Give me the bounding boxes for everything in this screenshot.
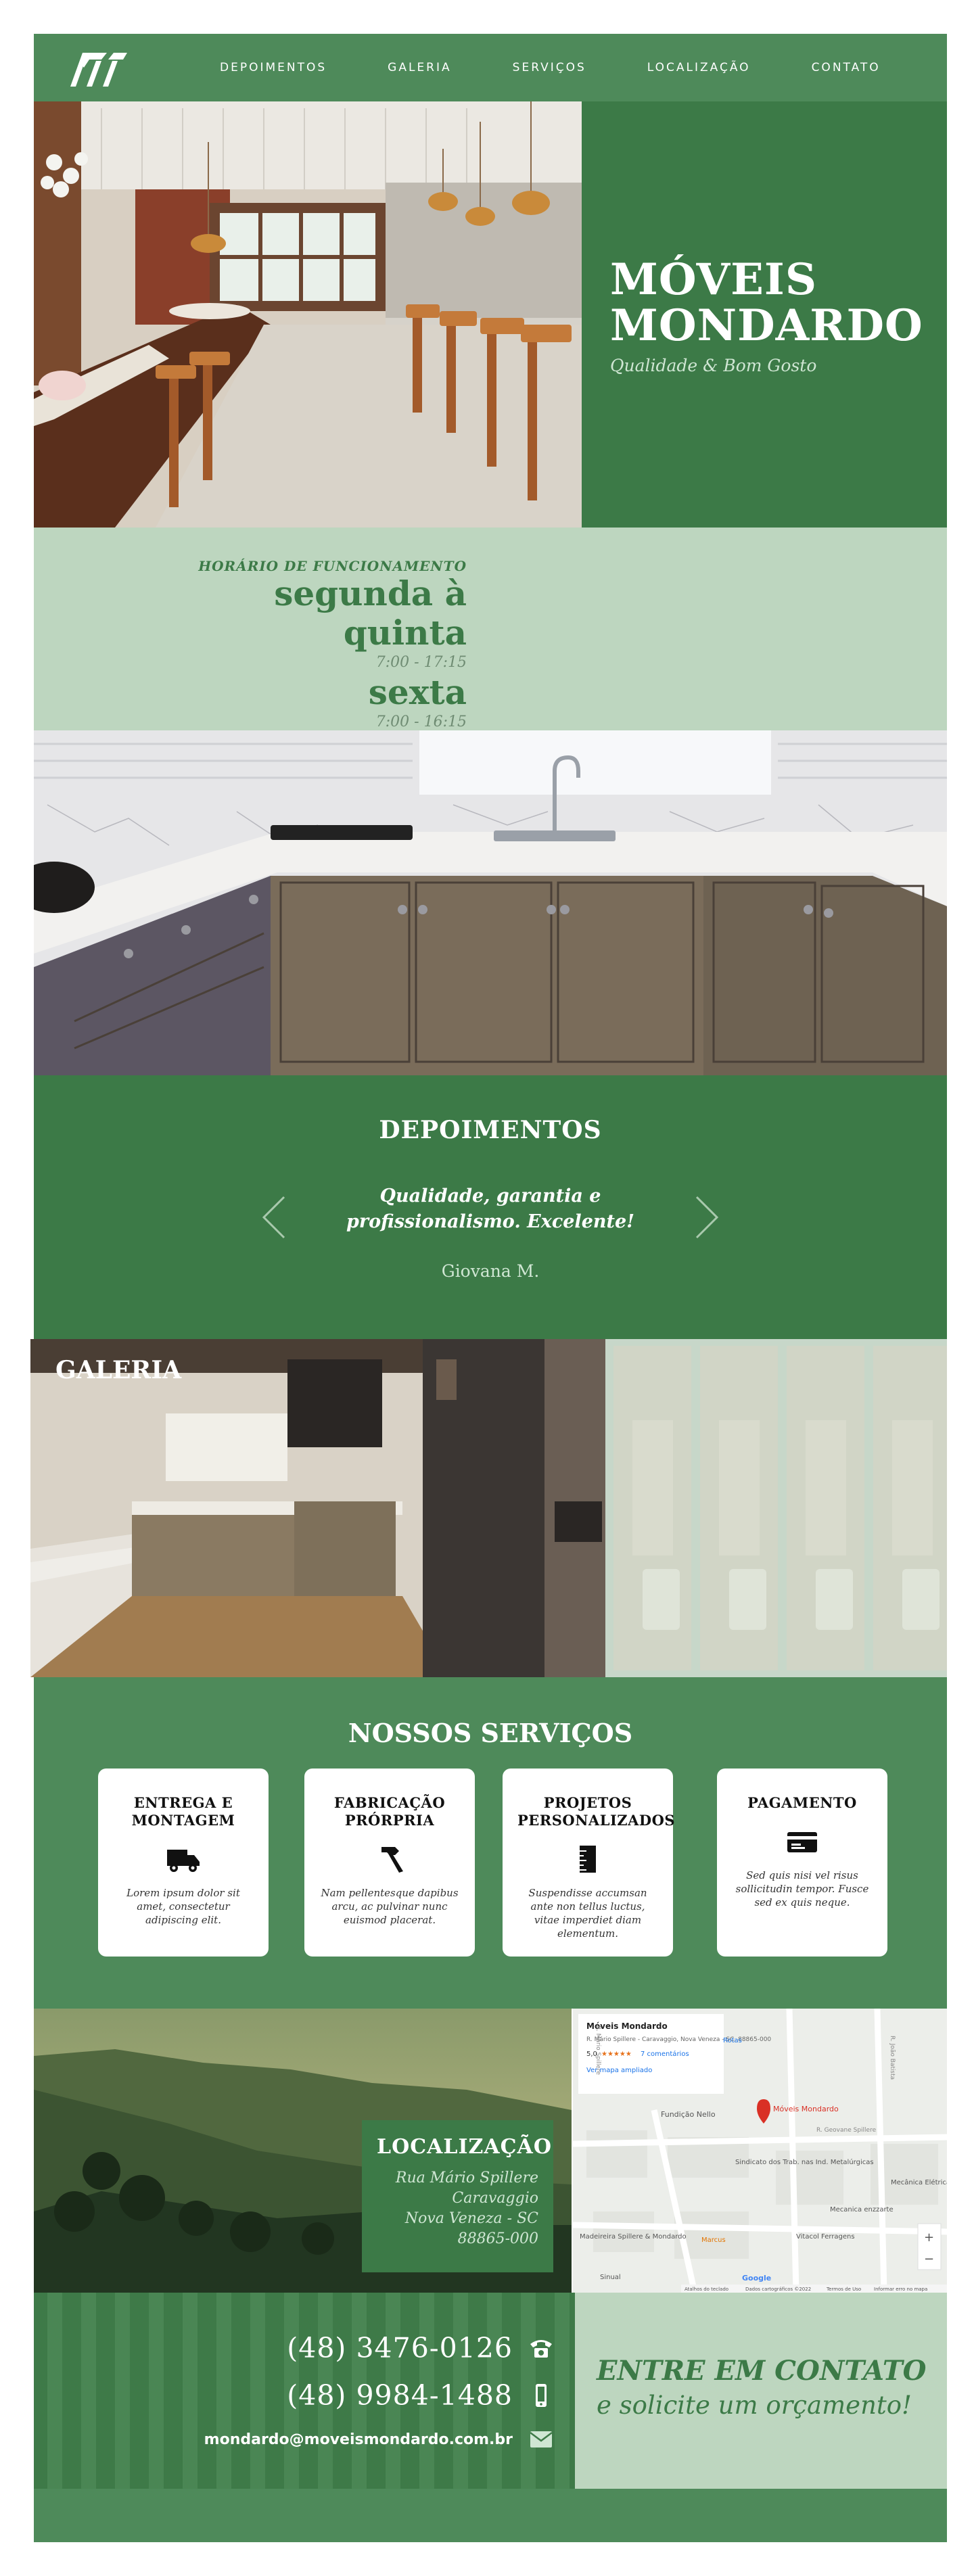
email-address[interactable]: mondardo@moveismondardo.com.br bbox=[204, 2431, 513, 2448]
hero-title-line1: MÓVEIS bbox=[610, 254, 818, 305]
location-street: Rua Mário Spillere bbox=[395, 2170, 538, 2186]
map-poi-sinual: Sinual bbox=[600, 2274, 621, 2281]
telephone-icon bbox=[530, 2340, 552, 2358]
hero-title-line2: MONDARDO bbox=[610, 300, 923, 351]
map-reviews-link: 7 comentários bbox=[641, 2050, 689, 2058]
top-nav: DEPOIMENTOS GALERIA SERVIÇOS LOCALIZAÇÃO… bbox=[34, 34, 947, 101]
map-google-logo: Google bbox=[742, 2274, 771, 2282]
phone-number-1[interactable]: (48) 3476-0126 bbox=[287, 2332, 513, 2364]
envelope-icon bbox=[530, 2431, 553, 2448]
page: DEPOIMENTOS GALERIA SERVIÇOS LOCALIZAÇÃO… bbox=[30, 34, 947, 2542]
location-zip: 88865-000 bbox=[457, 2230, 538, 2247]
kitchen-photo bbox=[34, 730, 947, 1075]
map-pin-label: Móveis Mondardo bbox=[773, 2105, 839, 2113]
truck-icon bbox=[167, 1850, 200, 1872]
arrow-right-icon[interactable] bbox=[693, 1194, 720, 1241]
hours-block: HORÁRIO DE FUNCIONAMENTO segunda à quint… bbox=[156, 558, 467, 732]
testimonials-section: DEPOIMENTOS Qualidade, garantia e profis… bbox=[34, 1075, 947, 1339]
map-poi-mecanica: Mecânica Elétrica C bbox=[891, 2178, 947, 2186]
service-card-text: Suspendisse accumsan ante non tellus luc… bbox=[528, 1887, 647, 1940]
map-routes-link: Rotas bbox=[723, 2037, 742, 2044]
services-title: NOSSOS SERVIÇOS bbox=[348, 1718, 633, 1748]
nav-servicos[interactable]: SERVIÇOS bbox=[513, 61, 586, 74]
service-card-text: Lorem ipsum dolor sit amet, consectetur … bbox=[126, 1887, 240, 1926]
nav-localizacao[interactable]: LOCALIZAÇÃO bbox=[647, 61, 751, 74]
hero-panel: MÓVEIS MONDARDO Qualidade & Bom Gosto bbox=[582, 101, 947, 528]
contact-panel: (48) 3476-0126 (48) 9984-1488 mondardo@m… bbox=[34, 2293, 575, 2489]
nav-links: DEPOIMENTOS GALERIA SERVIÇOS LOCALIZAÇÃO… bbox=[220, 34, 942, 101]
hours-section: HORÁRIO DE FUNCIONAMENTO segunda à quint… bbox=[34, 528, 947, 730]
hours-label: HORÁRIO DE FUNCIONAMENTO bbox=[198, 558, 467, 574]
service-card-title: PAGAMENTO bbox=[747, 1794, 857, 1811]
service-card-title: PROJETOS PERSONALIZADOS bbox=[517, 1794, 676, 1829]
service-card-text: Sed quis nisi vel risus sollicitudin tem… bbox=[735, 1869, 869, 1908]
map-poi-madeireira: Madeireira Spillere & Mondardo bbox=[580, 2233, 687, 2241]
mobile-phone-icon bbox=[536, 2384, 547, 2407]
map-poi-fundicao: Fundição Nello bbox=[661, 2110, 716, 2119]
nav-contato[interactable]: CONTATO bbox=[812, 61, 881, 74]
location-district: Caravaggio bbox=[452, 2190, 538, 2207]
map-street-mario: R. Mário Spillere bbox=[595, 2025, 601, 2075]
hero-section: MÓVEIS MONDARDO Qualidade & Bom Gosto bbox=[34, 101, 947, 528]
phone-row-1[interactable]: (48) 3476-0126 bbox=[287, 2332, 555, 2364]
service-card-fabrication: FABRICAÇÃO PRÓRPRIA Nam pellentesque dap… bbox=[304, 1769, 475, 1957]
brand-logo[interactable] bbox=[68, 49, 129, 87]
gallery-section: GALERIA bbox=[30, 1339, 947, 1677]
map-poi-marcus: Marcus bbox=[701, 2237, 726, 2244]
gallery-photos[interactable] bbox=[30, 1339, 947, 1677]
map-zoom-out-button: − bbox=[924, 2252, 934, 2266]
hours-time-friday: 7:00 - 16:15 bbox=[375, 713, 467, 730]
map-zoom-in-button: + bbox=[924, 2230, 934, 2245]
contact-section: (48) 3476-0126 (48) 9984-1488 mondardo@m… bbox=[34, 2293, 947, 2489]
nav-galeria[interactable]: GALERIA bbox=[388, 61, 451, 74]
testimonials-title: DEPOIMENTOS bbox=[379, 1116, 602, 1144]
map-street-geovane: R. Geovane Spillere bbox=[816, 2127, 877, 2134]
hours-day-weekdays: segunda à quinta bbox=[274, 573, 467, 653]
map-poi-vitacol: Vitacol Ferragens bbox=[796, 2233, 855, 2241]
service-card-delivery: ENTREGA E MONTAGEM Lorem ipsum dolor sit… bbox=[98, 1769, 269, 1957]
cta-subtitle: e solicite um orçamento! bbox=[597, 2391, 912, 2420]
service-card-title: ENTREGA E MONTAGEM bbox=[131, 1794, 235, 1829]
map-stars: ★★★★★ bbox=[601, 2051, 632, 2058]
hours-time-weekdays: 7:00 - 17:15 bbox=[375, 654, 467, 671]
testimonial-quote: Qualidade, garantia e profissionalismo. … bbox=[346, 1186, 634, 1232]
location-section: LOCALIZAÇÃO Rua Mário Spillere Caravaggi… bbox=[34, 2009, 947, 2293]
phone-row-2[interactable]: (48) 9984-1488 bbox=[287, 2379, 555, 2412]
ruler-icon bbox=[580, 1846, 596, 1873]
phone-number-2[interactable]: (48) 9984-1488 bbox=[287, 2379, 513, 2412]
location-city: Nova Veneza - SC bbox=[404, 2210, 538, 2227]
map-terms: Termos de Uso bbox=[826, 2287, 861, 2292]
service-card-payment: PAGAMENTO Sed quis nisi vel risus sollic… bbox=[717, 1769, 887, 1957]
map-shortcuts: Atalhos do teclado bbox=[685, 2287, 728, 2292]
embedded-map[interactable]: Móveis Mondardo R. Mário Spillere - Cara… bbox=[572, 2009, 947, 2293]
gallery-title: GALERIA bbox=[55, 1356, 182, 1384]
testimonial-author: Giovana M. bbox=[441, 1261, 540, 1281]
location-title: LOCALIZAÇÃO bbox=[377, 2135, 552, 2159]
map-data: Dados cartográficos ©2022 bbox=[745, 2287, 811, 2292]
hero-dining-photo bbox=[34, 101, 582, 528]
footer bbox=[34, 2489, 947, 2542]
cta-title: ENTRE EM CONTATO bbox=[597, 2355, 927, 2387]
hammer-icon bbox=[381, 1847, 403, 1873]
hours-day-friday: sexta bbox=[368, 672, 467, 712]
service-card-text: Nam pellentesque dapibus arcu, ac pulvin… bbox=[321, 1887, 459, 1926]
location-box: LOCALIZAÇÃO Rua Mário Spillere Caravaggi… bbox=[362, 2120, 553, 2272]
map-report: Informar erro no mapa bbox=[874, 2287, 927, 2292]
hero-title: MÓVEIS MONDARDO bbox=[610, 257, 935, 349]
hero-subtitle: Qualidade & Bom Gosto bbox=[610, 356, 817, 375]
map-address: R. Mário Spillere - Caravaggio, Nova Ven… bbox=[586, 2036, 771, 2043]
map-poi-sindicato: Sindicato dos Trab. nas Ind. Metalúrgica… bbox=[735, 2158, 874, 2166]
services-section: NOSSOS SERVIÇOS ENTREGA E MONTAGEM Lorem… bbox=[34, 1677, 947, 2009]
service-card-custom-projects: PROJETOS PERSONALIZADOS Suspendisse accu… bbox=[503, 1769, 676, 1957]
arrow-left-icon[interactable] bbox=[260, 1194, 287, 1241]
map-poi-enzzarte: Mecanica enzzarte bbox=[830, 2206, 894, 2214]
service-card-title: FABRICAÇÃO PRÓRPRIA bbox=[333, 1794, 446, 1829]
map-street-joao: R. João Batista bbox=[889, 2036, 896, 2080]
nav-depoimentos[interactable]: DEPOIMENTOS bbox=[220, 61, 327, 74]
email-row[interactable]: mondardo@moveismondardo.com.br bbox=[204, 2426, 555, 2453]
credit-card-icon bbox=[787, 1832, 817, 1852]
